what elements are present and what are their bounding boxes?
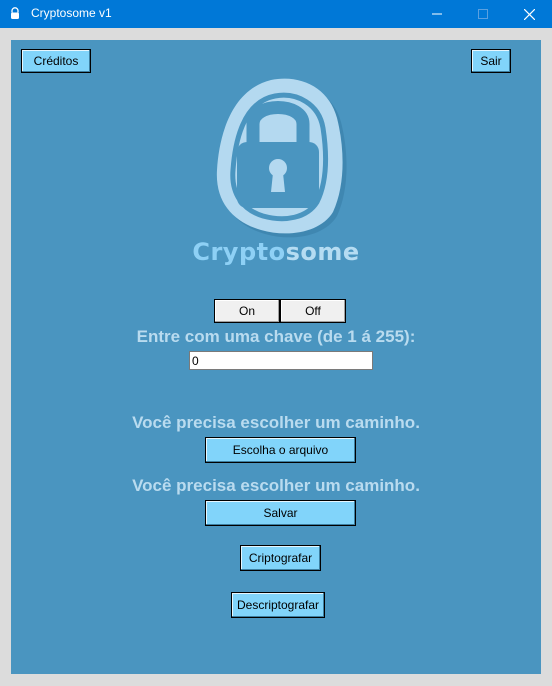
save-button[interactable]: Salvar xyxy=(205,500,356,526)
app-icon xyxy=(11,7,19,19)
brand-name-part1: Crypto xyxy=(192,238,286,266)
maximize-icon xyxy=(478,9,488,19)
decrypt-button[interactable]: Descriptografar xyxy=(231,592,325,618)
brand-name-part2: some xyxy=(285,238,360,266)
close-icon xyxy=(523,8,535,20)
padlock-icon xyxy=(216,78,347,238)
key-prompt-label: Entre com uma chave (de 1 á 255): xyxy=(136,327,416,346)
encrypt-button[interactable]: Criptografar xyxy=(240,545,321,571)
off-button[interactable]: Off xyxy=(280,299,346,323)
main-panel: Créditos Sair Cryptosome On Off Entre co… xyxy=(11,40,541,674)
brand-name: Cryptosome xyxy=(11,238,541,266)
destination-path-status: Você precisa escolher um caminho. xyxy=(132,476,420,495)
minimize-button[interactable] xyxy=(414,0,460,28)
minimize-icon xyxy=(432,13,442,15)
credits-button[interactable]: Créditos xyxy=(21,49,91,73)
title-bar: Cryptosome v1 xyxy=(0,0,552,28)
maximize-button[interactable] xyxy=(460,0,506,28)
key-input[interactable] xyxy=(189,351,373,370)
source-path-status: Você precisa escolher um caminho. xyxy=(132,413,420,432)
window-title: Cryptosome v1 xyxy=(31,6,112,20)
close-button[interactable] xyxy=(506,0,552,28)
on-button[interactable]: On xyxy=(214,299,280,323)
choose-file-button[interactable]: Escolha o arquivo xyxy=(205,437,356,463)
exit-button[interactable]: Sair xyxy=(471,49,511,73)
